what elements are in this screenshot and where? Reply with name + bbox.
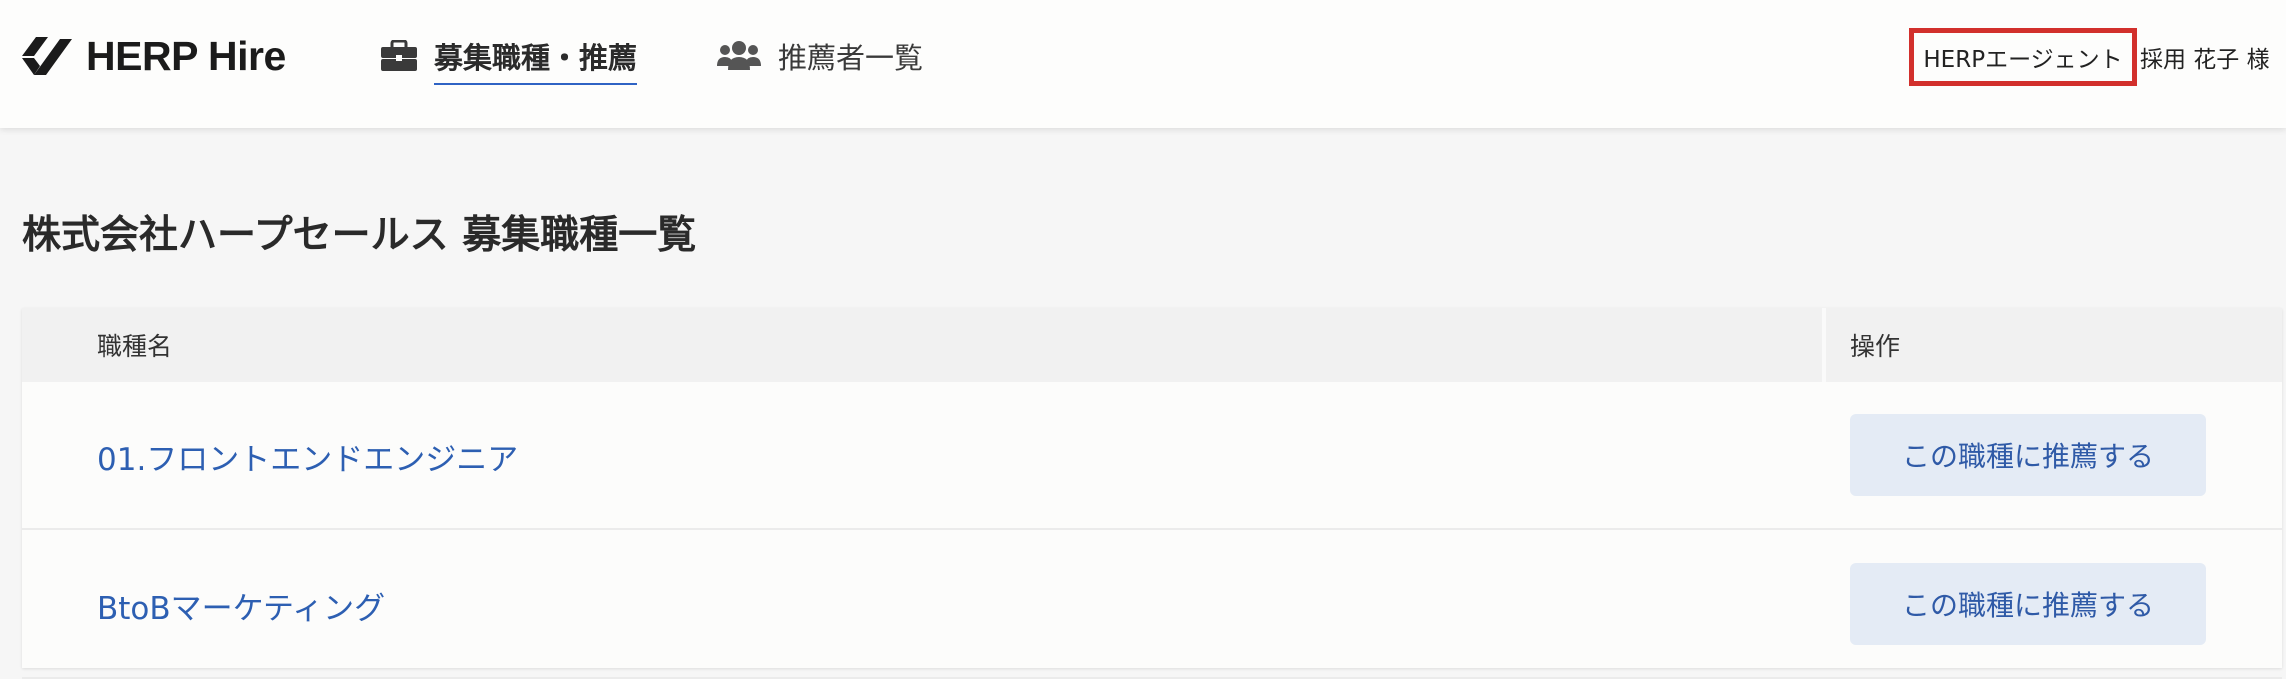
table-header: 職種名 操作: [22, 308, 2282, 382]
briefcase-icon: [380, 40, 418, 72]
users-icon: [716, 40, 762, 72]
brand-name: HERP Hire: [86, 32, 286, 79]
job-title-link[interactable]: 01.フロントエンドエンジニア: [97, 382, 518, 530]
user-name[interactable]: 採用 花子 様: [2140, 40, 2270, 74]
table-row: 01.フロントエンドエンジニア この職種に推薦する: [22, 382, 2282, 530]
jobs-table: 職種名 操作 01.フロントエンドエンジニア この職種に推薦する BtoBマーケ…: [22, 308, 2282, 679]
column-header-actions: 操作: [1850, 332, 1901, 361]
column-divider: [1822, 308, 1826, 382]
brand-logo[interactable]: HERP Hire: [22, 30, 286, 82]
page-title: 株式会社ハープセールス 募集職種一覧: [22, 213, 697, 258]
nav-tab-candidates[interactable]: 推薦者一覧: [716, 28, 923, 84]
recommend-button[interactable]: この職種に推薦する: [1850, 414, 2206, 496]
nav-tab-candidates-label: 推薦者一覧: [778, 41, 924, 75]
nav-tab-jobs-label: 募集職種・推薦: [434, 35, 638, 85]
herp-logo-icon: [22, 37, 72, 75]
column-header-job-name: 職種名: [97, 332, 173, 361]
table-row: BtoBマーケティング この職種に推薦する: [22, 531, 2282, 679]
recommend-button[interactable]: この職種に推薦する: [1850, 563, 2206, 645]
top-header: HERP Hire 募集職種・推薦 推薦者一覧 HERPエージェント 採用 花子…: [0, 0, 2286, 128]
agent-name[interactable]: HERPエージェント: [1909, 28, 2137, 86]
job-title-link[interactable]: BtoBマーケティング: [97, 531, 385, 679]
nav-tab-jobs[interactable]: 募集職種・推薦: [380, 28, 638, 85]
